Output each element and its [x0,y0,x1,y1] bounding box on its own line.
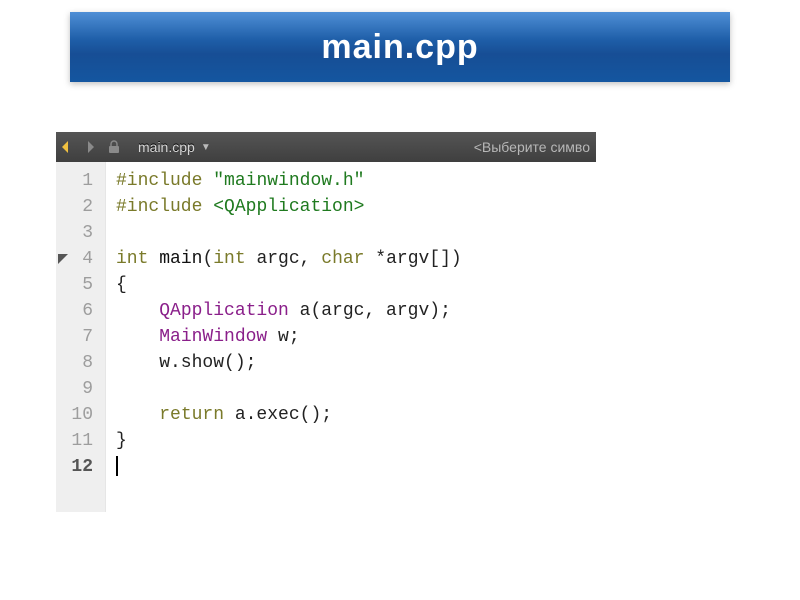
line-number: 5 [56,272,105,298]
forward-icon[interactable] [84,139,100,155]
symbol-selector[interactable]: <Выберите симво [468,139,596,155]
fold-marker-icon[interactable] [58,254,68,264]
line-number: 4 [56,246,105,272]
line-number: 9 [56,376,105,402]
line-number: 2 [56,194,105,220]
line-number: 12 [56,454,105,480]
text-cursor [116,456,118,476]
line-number: 3 [56,220,105,246]
line-number: 1 [56,168,105,194]
line-number: 11 [56,428,105,454]
func-name: main [159,249,202,269]
line-number-gutter: 123456789101112 [56,162,106,512]
editor-toolbar: main.cpp ▼ <Выберите симво [56,132,596,162]
code-editor: main.cpp ▼ <Выберите симво 1234567891011… [56,132,596,512]
line-number: 6 [56,298,105,324]
lock-icon[interactable] [106,139,122,155]
preprocessor: #include [116,197,202,217]
include-target: <QApplication> [213,197,364,217]
toolbar-filename[interactable]: main.cpp [138,139,195,155]
include-target: "mainwindow.h" [213,171,364,191]
toolbar-icons [56,139,128,155]
keyword: int [116,249,148,269]
keyword: int [213,249,245,269]
slide-title: main.cpp [321,28,478,67]
filename-dropdown-icon[interactable]: ▼ [201,142,211,153]
keyword: return [159,405,224,425]
line-number: 7 [56,324,105,350]
line-number: 10 [56,402,105,428]
line-number: 8 [56,350,105,376]
code-area: 123456789101112 #include "mainwindow.h" … [56,162,596,512]
slide-title-banner: main.cpp [70,12,730,82]
type-name: QApplication [159,301,289,321]
preprocessor: #include [116,171,202,191]
back-icon[interactable] [62,139,78,155]
keyword: char [321,249,364,269]
type-name: MainWindow [159,327,267,347]
code-content[interactable]: #include "mainwindow.h" #include <QAppli… [106,162,596,512]
